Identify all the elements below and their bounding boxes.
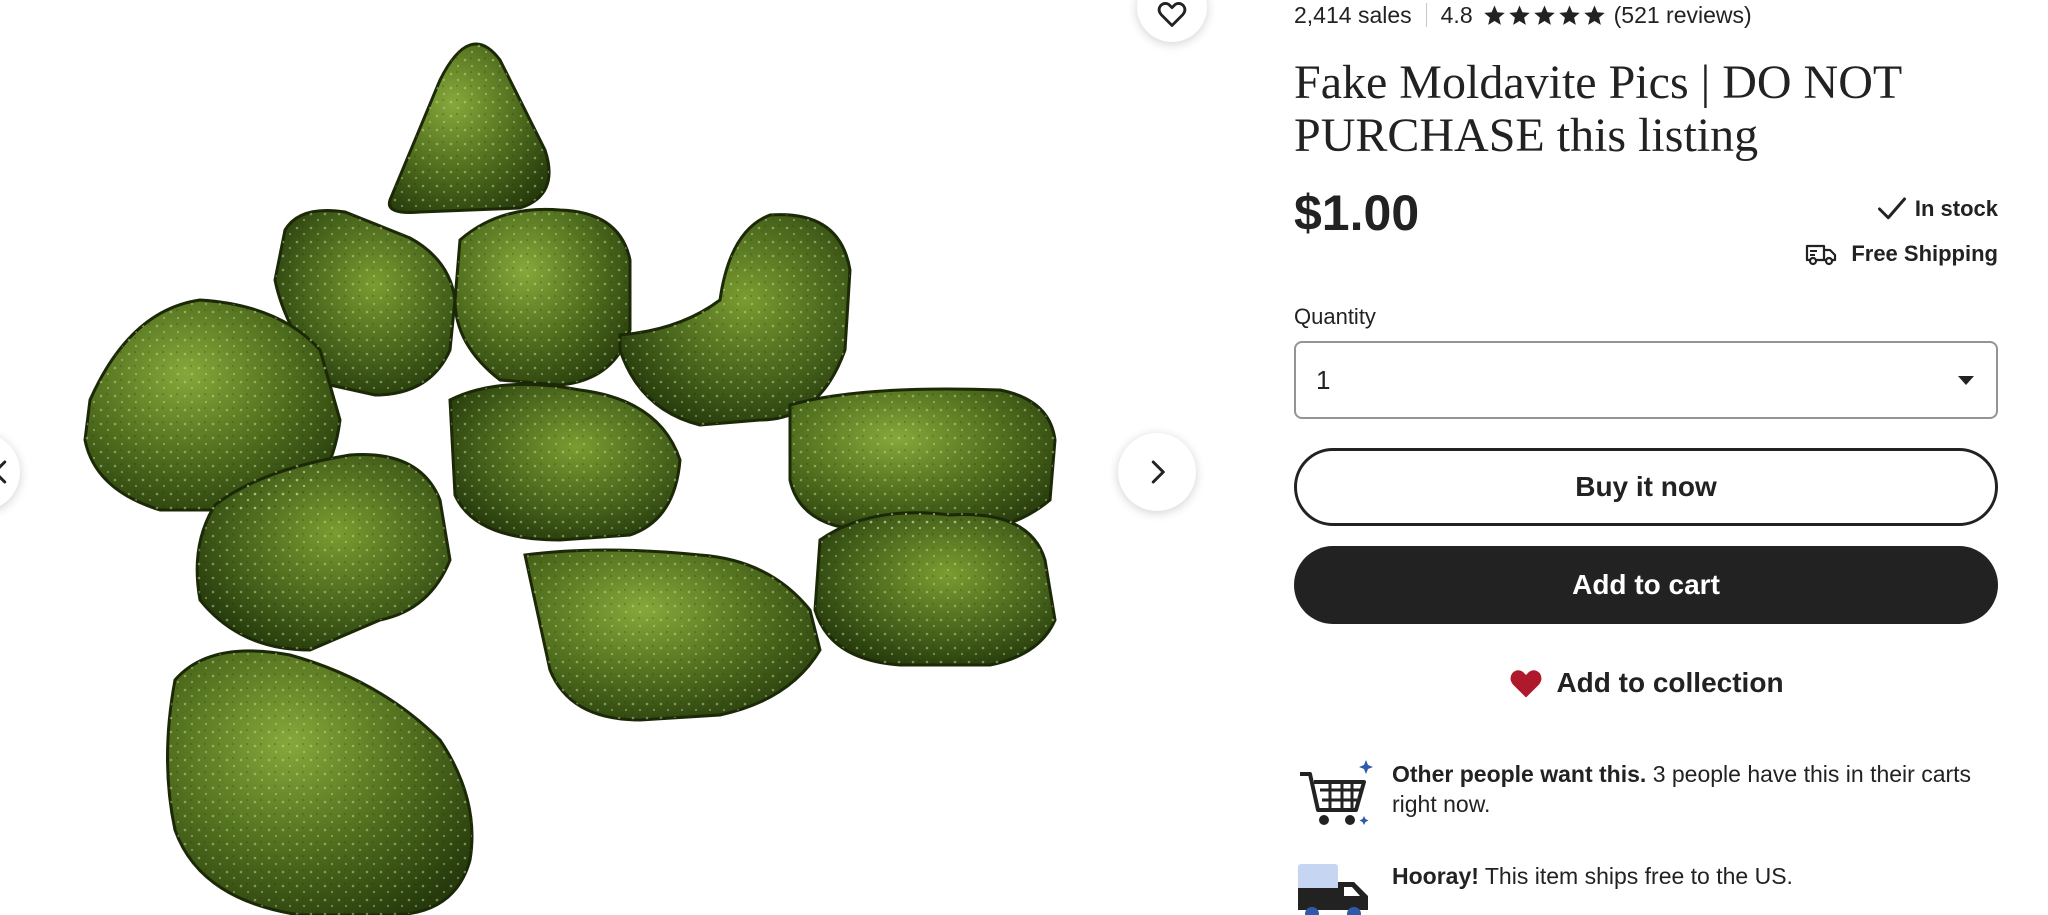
quantity-selected-value: 1	[1316, 364, 1331, 395]
next-image-button[interactable]	[1118, 433, 1196, 511]
add-to-collection-button[interactable]: Add to collection	[1294, 644, 1998, 722]
reviews-link[interactable]: (521 reviews)	[1614, 2, 1752, 29]
free-shipping-detail: This item ships free to the US.	[1478, 863, 1793, 889]
rating-value: 4.8	[1440, 1, 1473, 28]
cart-demand-text: Other people want this. 3 people have th…	[1392, 756, 1998, 819]
shipping-truck-icon	[1298, 864, 1368, 915]
moldavite-stones-photo	[83, 42, 1057, 915]
shop-meta-row: 2,414 sales 4.8 (521 reviews)	[1294, 0, 1752, 30]
quantity-label: Quantity	[1294, 304, 1376, 329]
shopping-cart-sparkle-icon	[1300, 760, 1373, 825]
cart-demand-headline: Other people want this.	[1392, 761, 1647, 787]
star-icon	[1533, 4, 1555, 25]
free-shipping-label: Free Shipping	[1805, 241, 1998, 267]
free-shipping-notice-text: Hooray! This item ships free to the US.	[1392, 858, 1793, 891]
star-icon	[1508, 4, 1530, 25]
buy-it-now-button[interactable]: Buy it now	[1294, 448, 1998, 526]
chevron-right-icon	[1151, 460, 1165, 484]
free-shipping-headline: Hooray!	[1392, 863, 1479, 889]
stock-status-text: In stock	[1914, 196, 1998, 221]
listing-price: $1.00	[1294, 185, 1420, 241]
stone-texture-overlay	[85, 44, 1055, 915]
free-shipping-notice: Hooray! This item ships free to the US.	[1294, 858, 1998, 915]
quantity-select[interactable]: 1	[1294, 341, 1998, 419]
listing-title: Fake Moldavite Pics | DO NOT PURCHASE th…	[1294, 56, 1902, 162]
filled-heart-icon	[1510, 670, 1542, 698]
cart-demand-notice: Other people want this. 3 people have th…	[1294, 756, 1998, 836]
caret-down-icon	[1958, 375, 1974, 385]
star-icon	[1558, 4, 1580, 25]
divider	[1425, 3, 1427, 27]
listing-image-carousel[interactable]	[0, 0, 1220, 915]
sales-count: 2,414 sales	[1294, 1, 1412, 28]
heart-icon	[1157, 2, 1187, 27]
star-icon	[1483, 4, 1505, 25]
rating-stars[interactable]	[1483, 4, 1606, 27]
stock-status: In stock	[1877, 196, 1998, 222]
add-to-collection-label: Add to collection	[1556, 667, 1784, 698]
add-to-cart-button[interactable]: Add to cart	[1294, 546, 1998, 624]
product-details-panel: 2,414 sales 4.8 (521 reviews) Fake Molda…	[1294, 0, 1998, 915]
delivery-truck-icon	[1806, 244, 1837, 266]
chevron-left-icon	[0, 460, 7, 484]
free-shipping-text: Free Shipping	[1851, 241, 1998, 266]
checkmark-icon	[1877, 197, 1906, 220]
star-icon	[1583, 4, 1605, 25]
